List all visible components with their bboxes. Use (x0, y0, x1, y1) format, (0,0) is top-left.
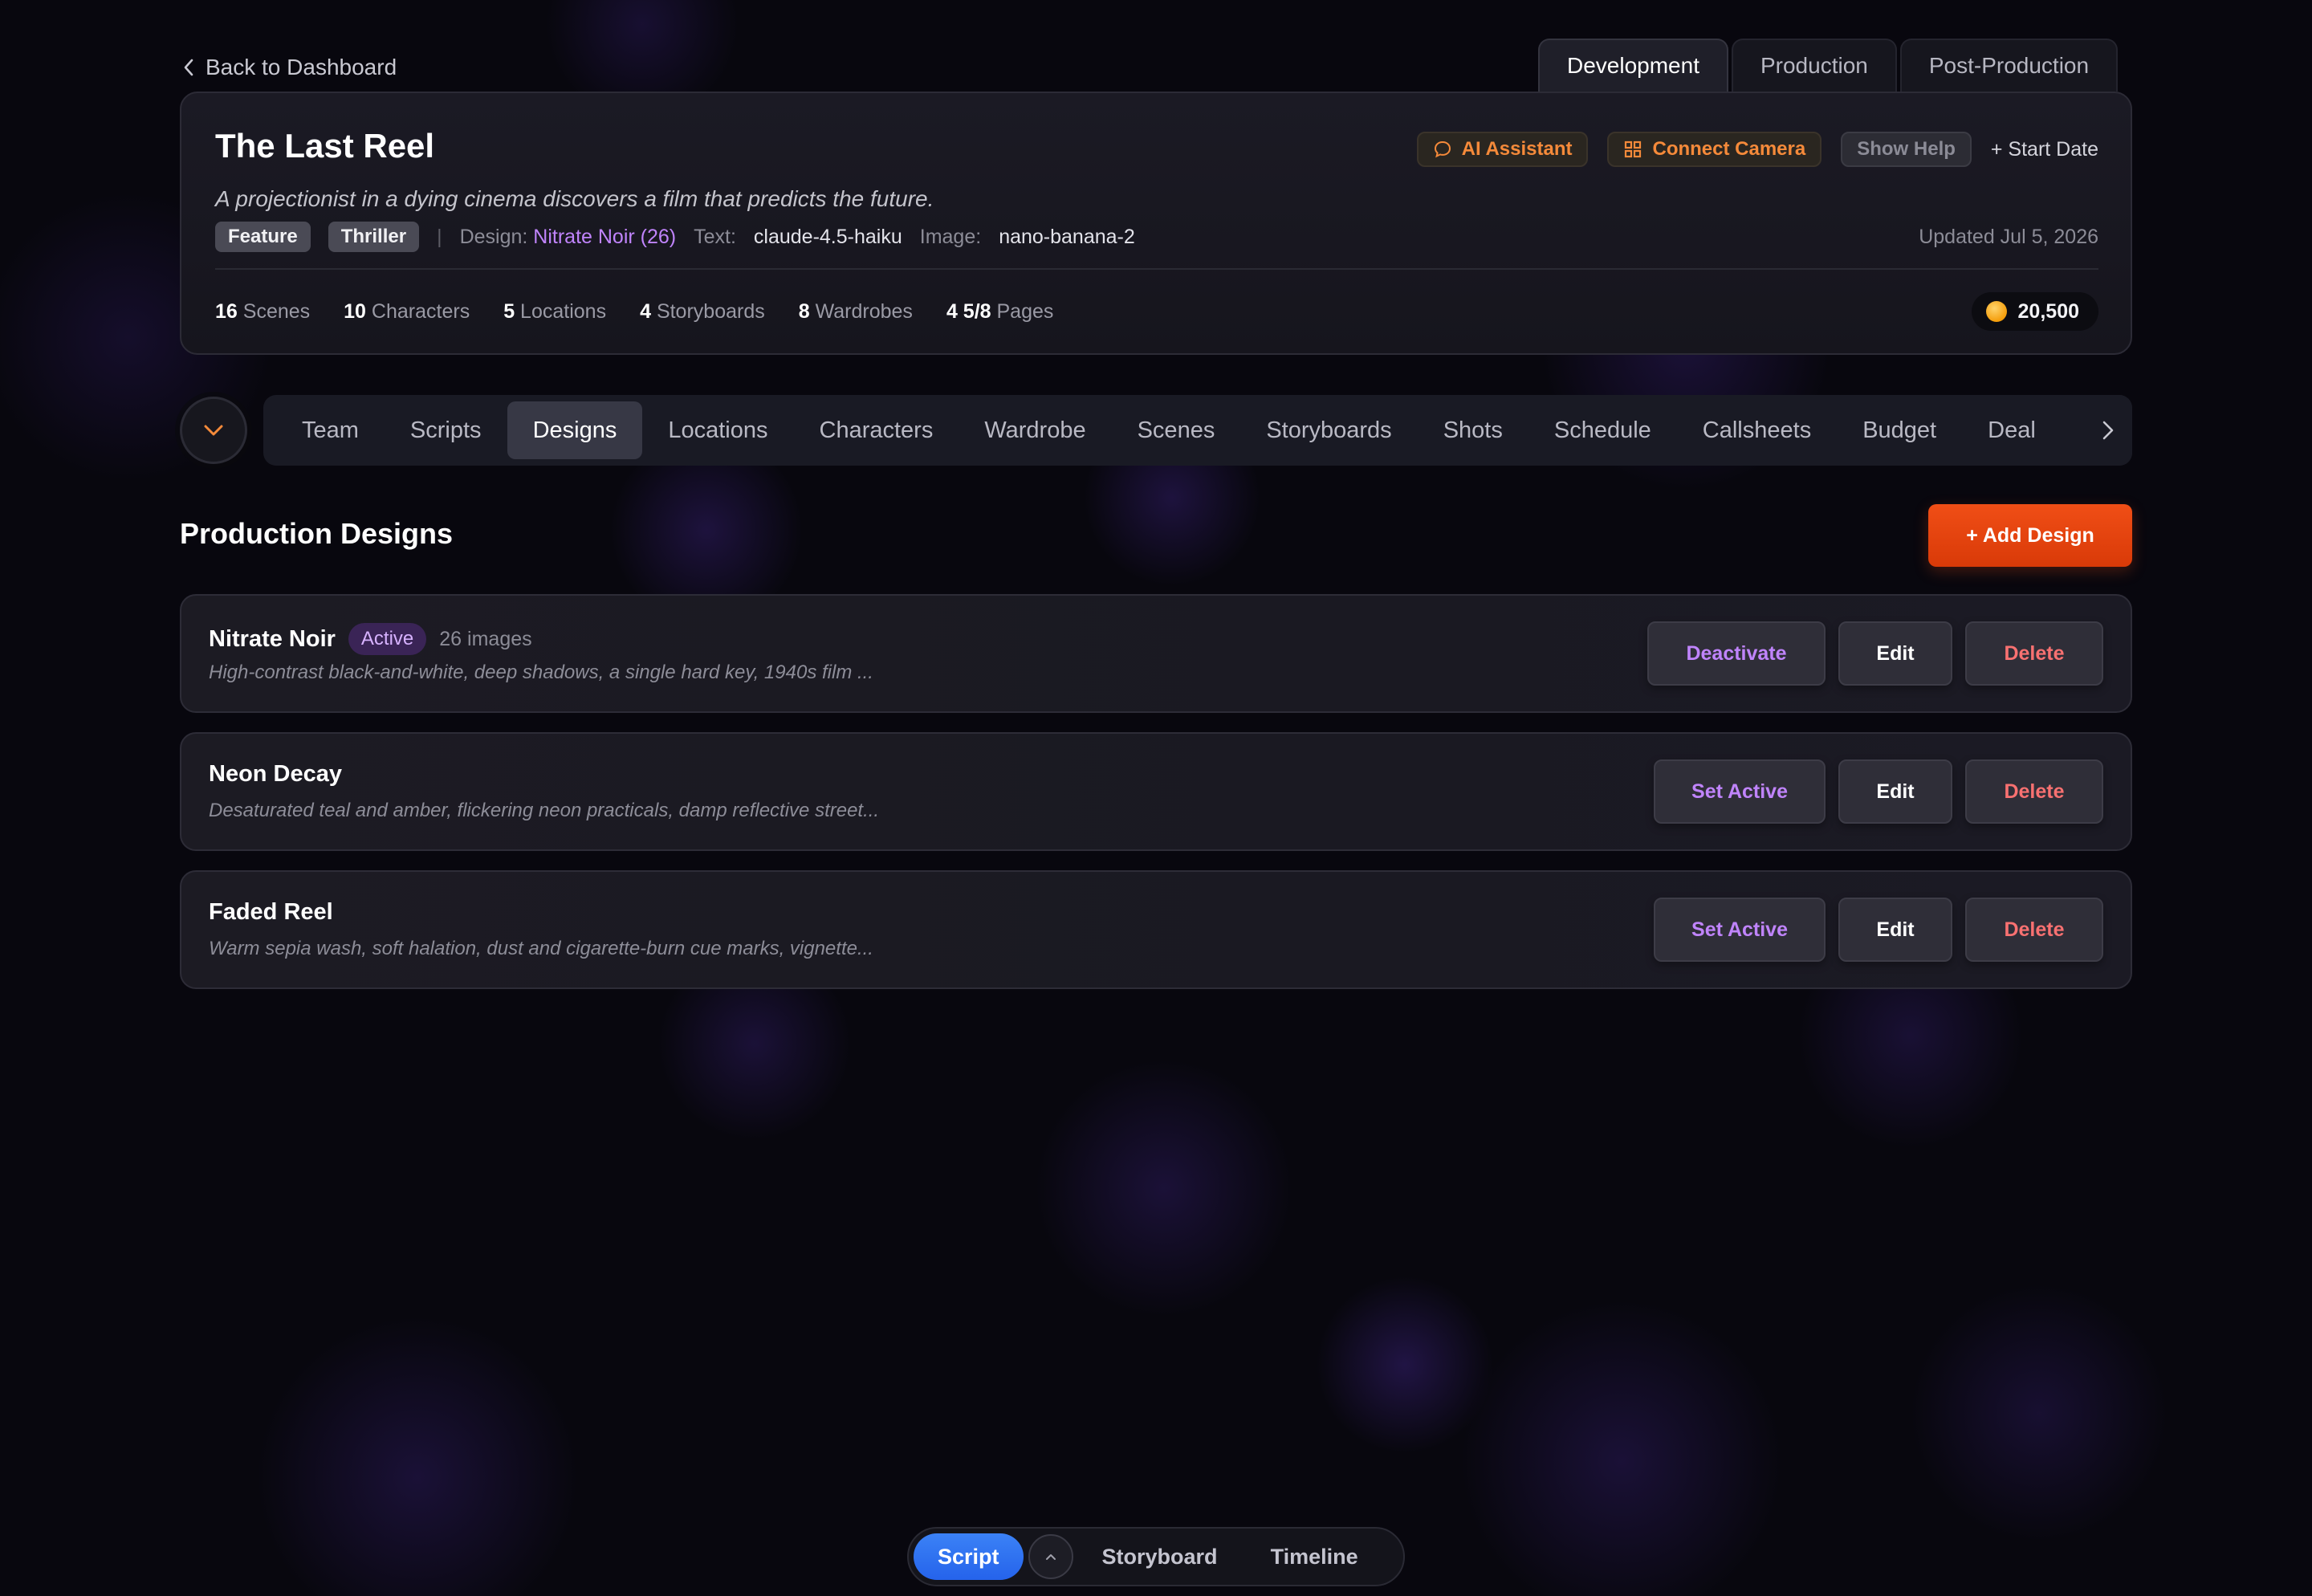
dock-storyboard-button[interactable]: Storyboard (1078, 1533, 1242, 1580)
section-tab-deal[interactable]: Deal (1962, 401, 2062, 459)
delete-button[interactable]: Delete (1965, 621, 2103, 686)
project-header-card: The Last Reel AI Assistant Connect Camer… (180, 92, 2132, 355)
status-badge: Active (348, 623, 427, 655)
design-name: Neon Decay (209, 761, 343, 787)
stat-storyboards: 4 Storyboards (640, 299, 765, 323)
delete-button[interactable]: Delete (1965, 759, 2103, 824)
design-name-row: Neon Decay (209, 761, 342, 788)
set-active-button[interactable]: Set Active (1654, 759, 1826, 824)
tag-format: Feature (215, 222, 311, 252)
deactivate-button[interactable]: Deactivate (1647, 621, 1826, 686)
text-model-value: claude-4.5-haiku (753, 225, 902, 248)
section-tab-scenes[interactable]: Scenes (1112, 401, 1241, 459)
design-card-neon-decay[interactable]: Neon Decay Desaturated teal and amber, f… (180, 732, 2132, 851)
dock-expand-button[interactable] (1028, 1534, 1073, 1579)
section-tab-budget[interactable]: Budget (1837, 401, 1962, 459)
section-tab-shots[interactable]: Shots (1418, 401, 1528, 459)
design-card-faded-reel[interactable]: Faded Reel Warm sepia wash, soft halatio… (180, 870, 2132, 989)
design-name: Nitrate Noir (209, 625, 336, 652)
section-tab-callsheets[interactable]: Callsheets (1677, 401, 1837, 459)
design-name-row: Faded Reel (209, 899, 333, 926)
project-title: The Last Reel (215, 127, 435, 165)
chevron-right-icon (2102, 421, 2114, 440)
nav-scroll-right-button[interactable] (2060, 395, 2132, 466)
back-to-dashboard-link[interactable]: Back to Dashboard (183, 55, 397, 80)
stat-scenes: 16 Scenes (215, 299, 311, 323)
section-tab-team[interactable]: Team (276, 401, 385, 459)
section-tab-schedule[interactable]: Schedule (1528, 401, 1677, 459)
project-logline: A projectionist in a dying cinema discov… (215, 186, 934, 211)
edit-button[interactable]: Edit (1838, 621, 1952, 686)
tab-post-production[interactable]: Post-Production (1899, 39, 2119, 92)
chevron-up-icon (1045, 1554, 1056, 1560)
project-meta-row: Feature Thriller | Design: Nitrate Noir … (215, 222, 2098, 252)
design-value-link[interactable]: Nitrate Noir (26) (533, 226, 676, 248)
updated-timestamp: Updated Jul 5, 2026 (1919, 225, 2098, 248)
chevron-left-icon (184, 59, 193, 76)
image-model-label: Image: (919, 225, 982, 248)
design-label: Design: (459, 225, 528, 248)
image-model-value: nano-banana-2 (999, 225, 1135, 248)
design-name-row: Nitrate Noir Active 26 images (209, 623, 532, 655)
meta-design: Design: Nitrate Noir (26) (460, 226, 677, 249)
dock-script-button[interactable]: Script (914, 1533, 1024, 1580)
chat-bubble-icon (1434, 140, 1451, 158)
image-count: 26 images (439, 627, 532, 650)
connect-camera-button[interactable]: Connect Camera (1607, 132, 1822, 167)
section-tab-scripts[interactable]: Scripts (385, 401, 507, 459)
edit-button[interactable]: Edit (1838, 759, 1952, 824)
set-active-button[interactable]: Set Active (1654, 898, 1826, 962)
ai-assistant-button[interactable]: AI Assistant (1416, 132, 1589, 167)
back-label: Back to Dashboard (206, 55, 397, 79)
ai-assistant-label: AI Assistant (1461, 138, 1573, 160)
section-tab-locations[interactable]: Locations (642, 401, 793, 459)
add-design-button[interactable]: + Add Design (1928, 504, 2132, 567)
collapse-header-button[interactable] (180, 397, 247, 464)
design-description: Desaturated teal and amber, flickering n… (209, 800, 880, 821)
design-actions: Deactivate Edit Delete (1647, 621, 2103, 686)
section-tab-designs[interactable]: Designs (507, 401, 643, 459)
connect-camera-label: Connect Camera (1652, 138, 1806, 160)
section-nav: Team Scripts Designs Locations Character… (263, 395, 2132, 466)
project-stats-row: 16 Scenes 10 Characters 5 Locations 4 St… (215, 292, 2098, 331)
design-description: High-contrast black-and-white, deep shad… (209, 662, 873, 683)
text-model-label: Text: (694, 225, 736, 248)
chevron-down-icon (204, 425, 223, 436)
stat-characters: 10 Characters (344, 299, 470, 323)
credits-badge[interactable]: 20,500 (1971, 292, 2098, 331)
section-tab-characters[interactable]: Characters (794, 401, 959, 459)
delete-button[interactable]: Delete (1965, 898, 2103, 962)
stat-wardrobes: 8 Wardrobes (798, 299, 913, 323)
credits-value: 20,500 (2017, 299, 2079, 323)
start-date-button[interactable]: + Start Date (1991, 138, 2098, 161)
section-tab-storyboards[interactable]: Storyboards (1240, 401, 1417, 459)
design-description: Warm sepia wash, soft halation, dust and… (209, 938, 873, 959)
tab-production[interactable]: Production (1731, 39, 1897, 92)
header-divider (215, 268, 2098, 270)
tab-development[interactable]: Development (1538, 39, 1728, 92)
design-actions: Set Active Edit Delete (1654, 759, 2103, 824)
meta-separator: | (437, 225, 442, 248)
section-title: Production Designs (180, 517, 454, 550)
tag-genre: Thriller (328, 222, 420, 252)
header-actions: AI Assistant Connect Camera Show Help + … (1416, 132, 2098, 167)
design-name: Faded Reel (209, 899, 333, 925)
stat-pages: 4 5/8 Pages (946, 299, 1054, 323)
design-card-nitrate-noir[interactable]: Nitrate Noir Active 26 images High-contr… (180, 594, 2132, 713)
design-actions: Set Active Edit Delete (1654, 898, 2103, 962)
section-tab-wardrobe[interactable]: Wardrobe (959, 401, 1111, 459)
show-help-button[interactable]: Show Help (1841, 132, 1972, 167)
phase-tabs: Development Production Post-Production (1538, 39, 2119, 92)
grid-icon (1625, 140, 1642, 158)
coin-icon (1985, 301, 2007, 322)
stat-locations: 5 Locations (503, 299, 607, 323)
dock-timeline-button[interactable]: Timeline (1247, 1533, 1382, 1580)
edit-button[interactable]: Edit (1838, 898, 1952, 962)
bottom-dock: Script Storyboard Timeline (907, 1527, 1405, 1586)
